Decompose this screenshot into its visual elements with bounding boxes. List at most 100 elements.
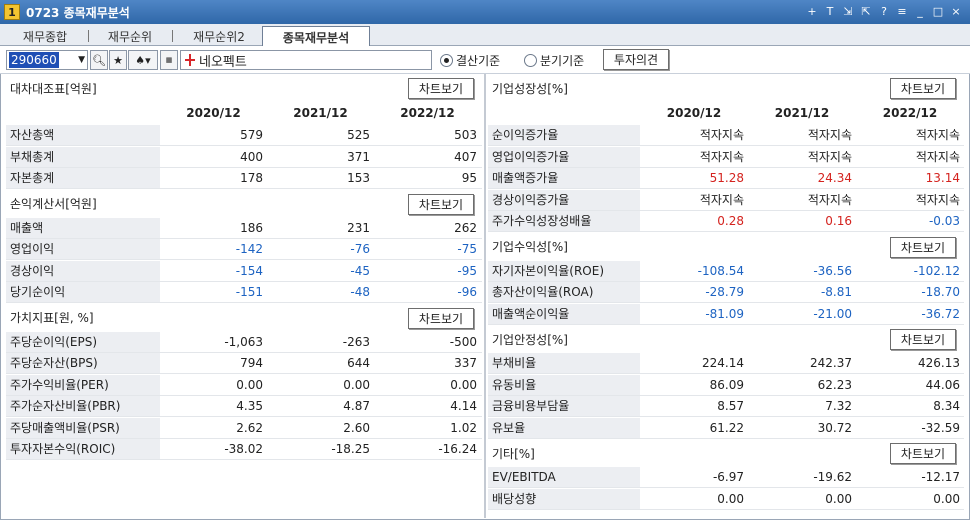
row-label: 부채비율 (488, 353, 640, 373)
cell-value: 0.00 (933, 491, 960, 506)
cell-value: 0.00 (343, 377, 370, 392)
cell-value: 242.37 (810, 356, 852, 370)
cell-value: 62.23 (817, 377, 852, 392)
section-title: 기타[%] (492, 446, 535, 461)
cell-value: 153 (347, 171, 370, 185)
cell-value: 644 (347, 356, 370, 370)
cell-value: -16.24 (438, 442, 477, 456)
tab-financial-rank2[interactable]: 재무순위2 (180, 27, 258, 46)
radio-quarter-label: 분기기준 (540, 54, 585, 68)
row-label: 투자자본수익(ROIC) (6, 439, 160, 459)
cell-value: -45 (350, 263, 370, 278)
search-icon[interactable]: 🔍︎ (90, 50, 108, 70)
cell-value: 8.57 (717, 399, 744, 413)
chevron-down-icon[interactable]: ▼ (78, 55, 85, 65)
cell-value: 4.87 (343, 399, 370, 413)
maximize-icon[interactable]: □ (930, 3, 946, 19)
window-controls: + T ⇲ ⇱ ? ≡ _ □ × (804, 3, 964, 19)
table-row: 경상이익 -154 -45 -95 (6, 260, 482, 282)
title-bar: 1 0723 종목재무분석 + T ⇲ ⇱ ? ≡ _ □ × (0, 0, 970, 24)
cell-value: 적자지속 (699, 149, 744, 164)
row-label: 자본총계 (6, 168, 160, 188)
cell-value: 178 (240, 171, 263, 185)
row-label: 순이익증가율 (488, 125, 640, 145)
cell-value: 2.60 (343, 420, 370, 435)
table-row: 경상이익증가율 적자지속 적자지속 적자지속 (488, 189, 964, 211)
table-row: 주가순자산비율(PBR) 4.35 4.87 4.14 (6, 396, 482, 417)
minimize-icon[interactable]: _ (912, 3, 928, 19)
row-label: 유보율 (488, 417, 640, 438)
text-icon[interactable]: T (822, 3, 838, 19)
close-icon[interactable]: × (948, 3, 964, 19)
popout-icon[interactable]: ⇱ (858, 3, 874, 19)
tab-stock-analysis[interactable]: 종목재무분석 (262, 26, 370, 47)
chart-view-button[interactable]: 차트보기 (890, 78, 956, 99)
stock-code-input[interactable]: 290660 ▼ (6, 50, 88, 70)
cell-value: -18.25 (331, 442, 370, 456)
cell-value: 407 (454, 149, 477, 164)
table-row: 매출액 186 231 262 (6, 217, 482, 239)
add-icon[interactable]: + (804, 3, 820, 19)
table-row: 주당순자산(BPS) 794 644 337 (6, 353, 482, 374)
chart-view-button[interactable]: 차트보기 (408, 307, 474, 329)
cell-value: 86.09 (709, 377, 744, 392)
link-icon[interactable]: ⇲ (840, 3, 856, 19)
tab-bar: 재무종합 재무순위 재무순위2 종목재무분석 (0, 24, 970, 47)
table-row: 자산총액 579 525 503 (6, 125, 482, 146)
cell-value: -0.03 (928, 214, 960, 228)
row-label: 주가수익비율(PER) (6, 374, 160, 395)
chart-view-button[interactable]: 차트보기 (408, 193, 474, 215)
section-title: 기업수익성[%] (492, 240, 568, 254)
tab-financial-summary[interactable]: 재무종합 (10, 27, 80, 46)
year-header: 2020/12 (186, 106, 241, 120)
grid-icon[interactable]: ▦ (160, 50, 178, 70)
table-row: 주가수익성장성배율 0.28 0.16 -0.03 (488, 211, 964, 232)
row-label: 주가순자산비율(PBR) (6, 396, 160, 416)
chart-view-button[interactable]: 차트보기 (890, 329, 956, 350)
table-row: 금융비용부담율 8.57 7.32 8.34 (488, 396, 964, 417)
cell-value: -38.02 (224, 442, 263, 456)
chart-view-button[interactable]: 차트보기 (408, 78, 474, 99)
cell-value: 371 (347, 149, 370, 164)
cell-value: 적자지속 (699, 128, 744, 142)
cell-value: 579 (240, 128, 263, 142)
row-label: 주당매출액비율(PSR) (6, 417, 160, 438)
radio-settlement[interactable]: 결산기준 (440, 52, 500, 69)
chart-view-button[interactable]: 차트보기 (890, 443, 956, 464)
cell-value: -48 (350, 285, 370, 299)
cell-value: -18.70 (921, 285, 960, 299)
cell-value: -21.00 (813, 306, 852, 321)
stock-name: 네오펙트 (199, 54, 247, 70)
cell-value: -154 (235, 263, 263, 278)
row-label: 주가수익성장성배율 (488, 211, 640, 231)
star-icon[interactable]: ★ (109, 50, 127, 70)
tab-financial-rank[interactable]: 재무순위 (95, 27, 165, 46)
chart-view-button[interactable]: 차트보기 (890, 236, 956, 258)
table-row: 유동비율 86.09 62.23 44.06 (488, 374, 964, 396)
table-row: 순이익증가율 적자지속 적자지속 적자지속 (488, 125, 964, 146)
investment-opinion-button[interactable]: 투자의견 (603, 49, 669, 70)
section-title: 손익계산서[억원] (10, 197, 97, 211)
cell-value: 적자지속 (915, 149, 960, 164)
radio-quarter[interactable]: 분기기준 (524, 52, 584, 69)
cell-value: 0.00 (450, 377, 477, 392)
menu-icon[interactable]: ≡ (894, 3, 910, 19)
cell-value: 400 (240, 149, 263, 164)
cell-value: -76 (350, 242, 370, 256)
cell-value: 적자지속 (807, 149, 852, 164)
radio-checked-icon[interactable] (440, 54, 453, 67)
cell-value: -75 (457, 242, 477, 256)
group-dropdown-icon[interactable]: ♠▾ (128, 50, 158, 70)
help-icon[interactable]: ? (876, 3, 892, 19)
row-label: 총자산이익율(ROA) (488, 282, 640, 302)
radio-unchecked-icon[interactable] (524, 54, 537, 67)
cell-value: 24.34 (817, 171, 852, 185)
table-row: 투자자본수익(ROIC) -38.02 -18.25 -16.24 (6, 439, 482, 460)
cell-value: -28.79 (705, 285, 744, 299)
table-row: 주당매출액비율(PSR) 2.62 2.60 1.02 (6, 417, 482, 439)
table-row: 총자산이익율(ROA) -28.79 -8.81 -18.70 (488, 282, 964, 303)
cell-value: 0.00 (236, 377, 263, 392)
row-label: 경상이익 (6, 260, 160, 281)
cell-value: -32.59 (921, 420, 960, 435)
cell-value: -102.12 (913, 263, 960, 278)
